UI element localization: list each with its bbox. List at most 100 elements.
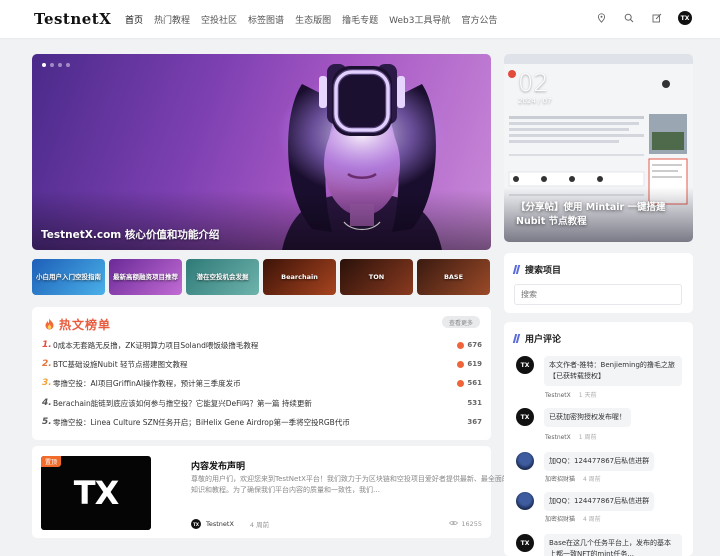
thumb-ton[interactable]: TON xyxy=(340,259,413,295)
hot-rank: 1. xyxy=(42,340,52,350)
comment-author[interactable]: 加密招财猫 xyxy=(545,516,575,523)
featured-post-month: 2024 / 07 xyxy=(518,97,552,105)
comment-author[interactable]: 加密招财猫 xyxy=(545,476,575,483)
comment-avatar[interactable]: TX xyxy=(516,356,534,374)
thumb-label: 最新高额融资项目推荐 xyxy=(113,272,178,281)
hot-title[interactable]: 零撸空投：AI项目GriffinAI操作教程，预计第三季度发币 xyxy=(53,378,457,389)
nav-airdrop-community[interactable]: 空投社区 xyxy=(201,13,237,26)
thumb-label: BASE xyxy=(443,272,464,281)
hot-row[interactable]: 5. 零撸空投：Linea Culture SZN任务开启；BiHelix Ge… xyxy=(42,415,482,429)
post-title[interactable]: 内容发布声明 xyxy=(191,459,245,472)
post-views: 16255 xyxy=(449,520,482,528)
comment-time: 1 天前 xyxy=(578,392,597,399)
site-logo[interactable]: TestnetX xyxy=(34,10,111,28)
search-widget-label: 搜索项目 xyxy=(525,266,562,276)
comment-time: 4 周前 xyxy=(583,516,601,523)
hero-caption[interactable]: TestnetX.com 核心价值和功能介绍 xyxy=(41,227,219,242)
hot-views: 531 xyxy=(467,399,482,407)
featured-post-day: 02 xyxy=(518,69,549,97)
hot-rank: 3. xyxy=(42,378,52,388)
comment-text[interactable]: Base在这几个任务平台上，发布的基本上都一致NFT的mint任务... xyxy=(544,534,682,556)
comment-avatar[interactable]: TX xyxy=(516,408,534,426)
edit-icon[interactable] xyxy=(650,11,664,25)
hot-views-count: 561 xyxy=(467,379,482,387)
site-header: TestnetX 首页 热门教程 空投社区 标签图谱 生态版图 撸毛专题 Web… xyxy=(0,0,720,38)
hot-rank: 4. xyxy=(42,398,52,408)
comment-text[interactable]: 已获加密狗授权发布喔！ xyxy=(544,408,631,427)
thumb-label: Bearchain xyxy=(281,272,318,281)
hot-row[interactable]: 4. Berachain能链到底应该如何参与撸空投？它能复兴DeFi吗？第一篇 … xyxy=(42,396,482,410)
post-thumbnail[interactable]: TX xyxy=(41,456,151,530)
comment-author[interactable]: TestnetX xyxy=(545,392,571,399)
comment-avatar[interactable]: TX xyxy=(516,534,534,552)
comment-avatar[interactable] xyxy=(516,452,534,470)
nav-topics[interactable]: 撸毛专题 xyxy=(342,13,378,26)
hot-fire-icon xyxy=(457,379,465,387)
hot-title[interactable]: 零撸空投：Linea Culture SZN任务开启；BiHelix Gene … xyxy=(53,417,467,428)
comment-author[interactable]: TestnetX xyxy=(545,434,571,441)
hot-views-count: 619 xyxy=(467,360,482,368)
thumb-label: TON xyxy=(368,272,385,281)
comment-meta: 加密招财猫 4 周前 xyxy=(545,514,601,523)
author-avatar[interactable]: TX xyxy=(191,519,201,529)
thumb-beginner-guide[interactable]: 小白用户入门空投指南 xyxy=(32,259,105,295)
hero-carousel[interactable]: TestnetX.com 核心价值和功能介绍 xyxy=(32,54,491,250)
comment-item[interactable]: TX 本文作者-推特：Benjieming的撸毛之旅【已获转载授权】 Testn… xyxy=(516,356,686,399)
comments-widget-label: 用户评论 xyxy=(525,335,562,345)
hot-more-button[interactable]: 查看更多 xyxy=(441,316,480,328)
post-meta: TX TestnetX 4 周前 16255 xyxy=(191,519,482,529)
eye-icon xyxy=(449,520,459,528)
location-icon[interactable] xyxy=(594,11,608,25)
header-actions: TX xyxy=(594,11,692,25)
thumb-bearchain[interactable]: Bearchain xyxy=(263,259,336,295)
nav-web3-tools[interactable]: Web3工具导航 xyxy=(389,13,450,26)
post-excerpt: 尊敬的用户们，欢迎您来到TestNetX平台！我们致力于为区块链和空投项目爱好者… xyxy=(191,475,509,494)
comment-item[interactable]: 加QQ：124477867后私信进群 加密招财猫 4 周前 xyxy=(516,492,686,528)
nav-hot-tutorials[interactable]: 热门教程 xyxy=(154,13,190,26)
comment-item[interactable]: TX 已获加密狗授权发布喔！ TestnetX 1 周前 xyxy=(516,408,686,444)
hot-row[interactable]: 2. BTC基础设施Nubit 轻节点搭建图文教程 619 xyxy=(42,357,482,371)
post-views-count: 16255 xyxy=(461,520,482,528)
hot-row[interactable]: 1. 0成本无套路无反撸，ZK证明算力项目Soland喂饭级撸毛教程 676 xyxy=(42,338,482,352)
featured-post-title[interactable]: 【分享帖】使用 Mintair 一键搭建 Nubit 节点教程 xyxy=(516,201,683,229)
carousel-dot[interactable] xyxy=(66,63,70,67)
carousel-dot[interactable] xyxy=(42,63,46,67)
post-thumbnail-logo: TX xyxy=(73,474,119,512)
hot-views: 676 xyxy=(457,341,482,349)
featured-post-card[interactable]: 02 2024 / 07 【分享帖】使用 Mintair 一键搭建 Nubit … xyxy=(504,54,693,242)
post-time: 4 周前 xyxy=(249,521,270,529)
thumb-airdrop-opportunities[interactable]: 潜在空投机会发掘 xyxy=(186,259,259,295)
post-author[interactable]: TestnetX xyxy=(206,520,234,528)
hot-articles-card: 热文榜单 查看更多 1. 0成本无套路无反撸，ZK证明算力项目Soland喂饭级… xyxy=(32,307,491,440)
carousel-dot[interactable] xyxy=(50,63,54,67)
hot-title[interactable]: Berachain能链到底应该如何参与撸空投？它能复兴DeFi吗？第一篇 持续更… xyxy=(53,398,467,409)
comment-avatar[interactable] xyxy=(516,492,534,510)
post-card: TX 置顶 内容发布声明 尊敬的用户们，欢迎您来到TestNetX平台！我们致力… xyxy=(32,446,509,538)
comment-text[interactable]: 加QQ：124477867后私信进群 xyxy=(544,492,655,511)
comment-item[interactable]: 加QQ：124477867后私信进群 加密招财猫 4 周前 xyxy=(516,452,686,488)
search-input[interactable] xyxy=(514,284,682,305)
nav-ecosystem[interactable]: 生态版图 xyxy=(295,13,331,26)
hot-title[interactable]: BTC基础设施Nubit 轻节点搭建图文教程 xyxy=(53,359,457,370)
flame-icon xyxy=(44,315,55,334)
nav-tag-map[interactable]: 标签图谱 xyxy=(248,13,284,26)
carousel-dot[interactable] xyxy=(58,63,62,67)
hot-row[interactable]: 3. 零撸空投：AI项目GriffinAI操作教程，预计第三季度发币 561 xyxy=(42,376,482,390)
nav-announcements[interactable]: 官方公告 xyxy=(461,13,497,26)
nav-home[interactable]: 首页 xyxy=(125,13,143,26)
hot-views: 367 xyxy=(467,418,482,426)
thumb-base[interactable]: BASE xyxy=(417,259,490,295)
comment-item[interactable]: TX Base在这几个任务平台上，发布的基本上都一致NFT的mint任务... xyxy=(516,534,686,556)
thumb-label: 小白用户入门空投指南 xyxy=(36,272,101,281)
comment-text[interactable]: 加QQ：124477867后私信进群 xyxy=(544,452,655,471)
hot-fire-icon xyxy=(457,341,465,349)
search-widget: 搜索项目 xyxy=(504,253,693,313)
hot-title[interactable]: 0成本无套路无反撸，ZK证明算力项目Soland喂饭级撸毛教程 xyxy=(53,340,457,351)
comment-text[interactable]: 本文作者-推特：Benjieming的撸毛之旅【已获转载授权】 xyxy=(544,356,682,386)
section-marker-icon xyxy=(514,334,520,343)
hot-fire-icon xyxy=(457,360,465,368)
search-icon[interactable] xyxy=(622,11,636,25)
hot-rank: 2. xyxy=(42,359,52,369)
user-avatar[interactable]: TX xyxy=(678,11,692,25)
thumb-funding-projects[interactable]: 最新高额融资项目推荐 xyxy=(109,259,182,295)
